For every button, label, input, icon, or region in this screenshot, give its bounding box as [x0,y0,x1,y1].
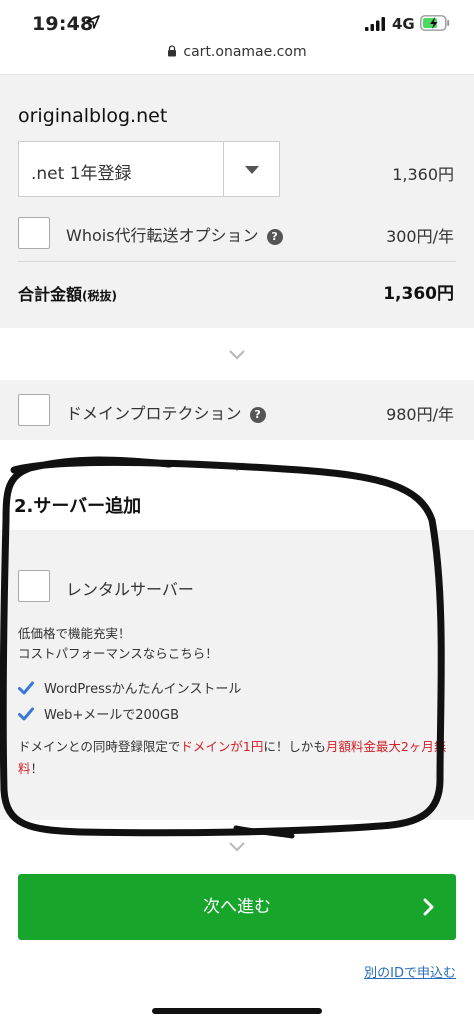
total-value: 1,360円 [383,284,454,304]
checkmark-icon [18,681,34,695]
chevron-right-icon [423,898,434,916]
whois-checkbox[interactable] [18,217,50,249]
whois-label: Whois代行転送オプション [66,226,259,245]
promo-part-2: に！しかも [263,739,326,754]
status-bar: 19:48 4G [0,0,474,44]
plan-select-value: .net 1年登録 [31,164,132,184]
total-label-text: 合計金額 [18,285,83,304]
help-icon[interactable]: ? [266,229,283,245]
whois-price: 300円/年 [386,227,454,246]
plan-select-toggle[interactable] [223,142,279,196]
url-text: cart.onamae.com [183,44,307,60]
feature-label: Web+メールで200GB [44,708,180,723]
domain-name: originalblog.net [18,105,168,127]
rental-server-checkbox[interactable] [18,570,50,602]
checkmark-icon [18,707,34,721]
desc-line-2: コストパフォーマンスならこちら！ [18,646,218,661]
caret-down-icon [245,166,259,174]
protection-label: ドメインプロテクション [66,404,242,423]
home-indicator[interactable] [152,1008,322,1014]
lock-icon [168,45,177,57]
feature-item: Web+メールで200GB [18,704,179,723]
signal-bars-icon [365,17,385,31]
help-icon[interactable]: ? [249,407,266,423]
status-time: 19:48 [32,13,94,35]
promo-highlight-1: ドメインが1円 [180,739,264,754]
promo-part-3: ！ [30,761,44,776]
desc-line-1: 低価格で機能充実！ [18,626,131,641]
chevron-down-icon [229,462,245,472]
network-label: 4G [392,15,415,33]
feature-item: WordPressかんたんインストール [18,678,241,697]
protection-checkbox[interactable] [18,394,50,426]
chevron-down-icon [229,350,245,360]
protection-panel: ドメインプロテクション? 980円/年 [0,380,474,440]
plan-price: 1,360円 [392,165,454,184]
divider [18,261,456,262]
promo-text: ドメインとの同時登録限定でドメインが1円に！しかも月額料金最大2ヶ月無料！ [18,736,460,780]
whois-option: Whois代行転送オプション? [66,222,283,246]
server-description: 低価格で機能充実！ コストパフォーマンスならこちら！ [18,624,218,664]
promo-part-1: ドメインとの同時登録限定で [18,739,181,754]
feature-label: WordPressかんたんインストール [44,682,242,697]
protection-price: 980円/年 [386,405,454,424]
location-arrow-icon [86,15,100,29]
plan-select[interactable]: .net 1年登録 [18,141,280,197]
chevron-down-icon [229,842,245,852]
section-title: 2.サーバー追加 [14,496,142,517]
total-tax-note: (税抜) [82,289,117,303]
total-label: 合計金額(税抜) [18,281,117,305]
next-button[interactable]: 次へ進む [18,874,456,940]
battery-charging-icon [420,15,450,31]
protection-option: ドメインプロテクション? [66,400,266,424]
url-bar[interactable]: cart.onamae.com [0,44,474,72]
rental-server-label: レンタルサーバー [66,580,194,599]
domain-panel: originalblog.net .net 1年登録 1,360円 Whois代… [0,74,474,328]
alt-id-link[interactable]: 別のIDで申込む [364,962,456,981]
next-button-label: 次へ進む [203,897,271,916]
